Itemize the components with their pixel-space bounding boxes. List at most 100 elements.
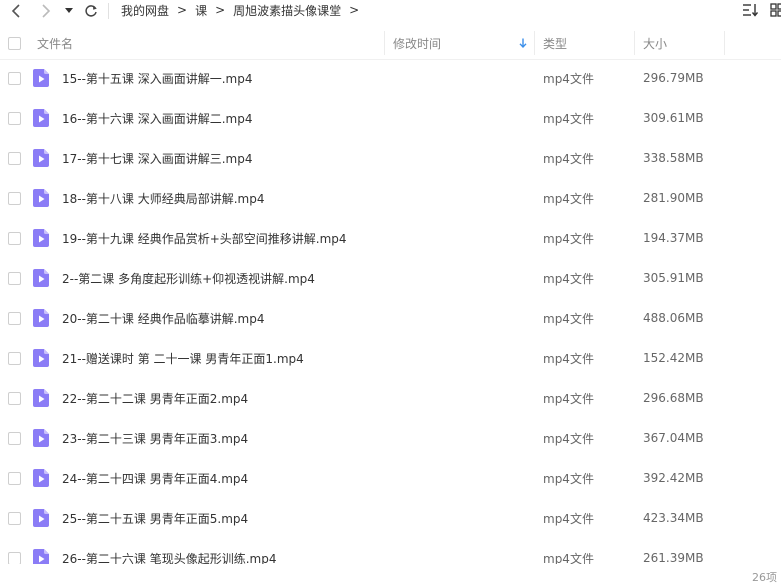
row-checkbox[interactable] xyxy=(8,392,21,405)
breadcrumb-item-current[interactable]: 周旭波素描头像课堂 xyxy=(233,2,341,19)
breadcrumb: 我的网盘 > 课 > 周旭波素描头像课堂 > xyxy=(121,0,367,20)
breadcrumb-separator: > xyxy=(177,3,188,17)
file-name: 17--第十七课 深入画面讲解三.mp4 xyxy=(62,151,253,166)
sort-button[interactable] xyxy=(741,2,759,18)
file-row[interactable]: 20--第二十课 经典作品临摹讲解.mp4 mp4文件 488.06MB xyxy=(0,298,781,338)
file-size: 367.04MB xyxy=(643,431,704,445)
file-row[interactable]: 24--第二十四课 男青年正面4.mp4 mp4文件 392.42MB xyxy=(0,458,781,498)
video-file-icon xyxy=(33,229,49,247)
file-type: mp4文件 xyxy=(543,71,594,86)
column-divider[interactable] xyxy=(724,31,725,55)
file-manager-window: 我的网盘 > 课 > 周旭波素描头像课堂 > 文件名 修改时间 类型 大小 15… xyxy=(0,0,781,585)
file-size: 338.58MB xyxy=(643,151,704,165)
video-file-icon xyxy=(33,509,49,527)
file-row[interactable]: 23--第二十三课 男青年正面3.mp4 mp4文件 367.04MB xyxy=(0,418,781,458)
file-size: 305.91MB xyxy=(643,271,704,285)
file-name: 2--第二课 多角度起形训练+仰视透视讲解.mp4 xyxy=(62,271,315,286)
file-size: 261.39MB xyxy=(643,551,704,564)
file-size: 488.06MB xyxy=(643,311,704,325)
file-list-header: 文件名 修改时间 类型 大小 xyxy=(0,27,781,60)
breadcrumb-separator-dropdown[interactable]: > xyxy=(349,3,359,17)
file-name: 15--第十五课 深入画面讲解一.mp4 xyxy=(62,71,253,86)
row-checkbox[interactable] xyxy=(8,512,21,525)
row-checkbox[interactable] xyxy=(8,472,21,485)
column-header-modified[interactable]: 修改时间 xyxy=(393,27,441,59)
video-file-icon xyxy=(33,269,49,287)
file-size: 296.68MB xyxy=(643,391,704,405)
row-checkbox[interactable] xyxy=(8,112,21,125)
file-type: mp4文件 xyxy=(543,431,594,446)
history-dropdown-button[interactable] xyxy=(62,0,76,22)
video-file-icon xyxy=(33,149,49,167)
file-name: 16--第十六课 深入画面讲解二.mp4 xyxy=(62,111,253,126)
row-checkbox[interactable] xyxy=(8,432,21,445)
file-row[interactable]: 18--第十八课 大师经典局部讲解.mp4 mp4文件 281.90MB xyxy=(0,178,781,218)
row-checkbox[interactable] xyxy=(8,232,21,245)
forward-button[interactable] xyxy=(36,0,56,22)
file-type: mp4文件 xyxy=(543,551,594,565)
file-type: mp4文件 xyxy=(543,511,594,526)
file-row[interactable]: 21--赠送课时 第 二十一课 男青年正面1.mp4 mp4文件 152.42M… xyxy=(0,338,781,378)
file-row[interactable]: 16--第十六课 深入画面讲解二.mp4 mp4文件 309.61MB xyxy=(0,98,781,138)
row-checkbox[interactable] xyxy=(8,552,21,564)
file-size: 423.34MB xyxy=(643,511,704,525)
file-row[interactable]: 15--第十五课 深入画面讲解一.mp4 mp4文件 296.79MB xyxy=(0,58,781,98)
file-type: mp4文件 xyxy=(543,391,594,406)
file-size: 392.42MB xyxy=(643,471,704,485)
video-file-icon xyxy=(33,429,49,447)
file-name: 26--第二十六课 笔现头像起形训练.mp4 xyxy=(62,551,277,565)
arrow-down-icon xyxy=(519,38,527,48)
file-size: 309.61MB xyxy=(643,111,704,125)
column-divider[interactable] xyxy=(384,31,385,55)
file-size: 296.79MB xyxy=(643,71,704,85)
file-row[interactable]: 2--第二课 多角度起形训练+仰视透视讲解.mp4 mp4文件 305.91MB xyxy=(0,258,781,298)
row-checkbox[interactable] xyxy=(8,312,21,325)
refresh-button[interactable] xyxy=(81,0,101,22)
video-file-icon xyxy=(33,549,49,564)
select-all-checkbox[interactable] xyxy=(8,37,21,50)
file-type: mp4文件 xyxy=(543,471,594,486)
file-name: 21--赠送课时 第 二十一课 男青年正面1.mp4 xyxy=(62,351,304,366)
column-divider[interactable] xyxy=(634,31,635,55)
file-name: 19--第十九课 经典作品赏析+头部空间推移讲解.mp4 xyxy=(62,231,347,246)
view-mode-button[interactable] xyxy=(770,2,781,18)
column-header-size[interactable]: 大小 xyxy=(643,27,667,59)
file-type: mp4文件 xyxy=(543,191,594,206)
column-header-type[interactable]: 类型 xyxy=(543,27,567,59)
sort-descending-indicator[interactable] xyxy=(519,27,527,59)
status-bar: 26项 xyxy=(0,567,781,585)
video-file-icon xyxy=(33,109,49,127)
chevron-left-icon xyxy=(11,4,20,18)
file-row[interactable]: 25--第二十五课 男青年正面5.mp4 mp4文件 423.34MB xyxy=(0,498,781,538)
file-type: mp4文件 xyxy=(543,351,594,366)
back-button[interactable] xyxy=(6,0,26,22)
file-row[interactable]: 17--第十七课 深入画面讲解三.mp4 mp4文件 338.58MB xyxy=(0,138,781,178)
chevron-right-icon xyxy=(42,4,51,18)
file-type: mp4文件 xyxy=(543,271,594,286)
file-row[interactable]: 22--第二十二课 男青年正面2.mp4 mp4文件 296.68MB xyxy=(0,378,781,418)
video-file-icon xyxy=(33,189,49,207)
file-size: 152.42MB xyxy=(643,351,704,365)
breadcrumb-item-course[interactable]: 课 xyxy=(195,2,207,19)
column-header-name[interactable]: 文件名 xyxy=(37,27,73,59)
file-row[interactable]: 26--第二十六课 笔现头像起形训练.mp4 mp4文件 261.39MB xyxy=(0,538,781,564)
sort-icon xyxy=(743,4,758,17)
column-divider[interactable] xyxy=(534,31,535,55)
breadcrumb-item-root[interactable]: 我的网盘 xyxy=(121,2,169,19)
file-row[interactable]: 19--第十九课 经典作品赏析+头部空间推移讲解.mp4 mp4文件 194.3… xyxy=(0,218,781,258)
file-name: 22--第二十二课 男青年正面2.mp4 xyxy=(62,391,249,406)
video-file-icon xyxy=(33,69,49,87)
file-type: mp4文件 xyxy=(543,111,594,126)
grid-view-icon xyxy=(770,3,781,17)
refresh-icon xyxy=(85,5,97,17)
file-name: 24--第二十四课 男青年正面4.mp4 xyxy=(62,471,249,486)
caret-down-icon xyxy=(65,8,73,13)
row-checkbox[interactable] xyxy=(8,192,21,205)
row-checkbox[interactable] xyxy=(8,352,21,365)
file-size: 194.37MB xyxy=(643,231,704,245)
row-checkbox[interactable] xyxy=(8,152,21,165)
video-file-icon xyxy=(33,469,49,487)
row-checkbox[interactable] xyxy=(8,272,21,285)
file-type: mp4文件 xyxy=(543,231,594,246)
row-checkbox[interactable] xyxy=(8,72,21,85)
